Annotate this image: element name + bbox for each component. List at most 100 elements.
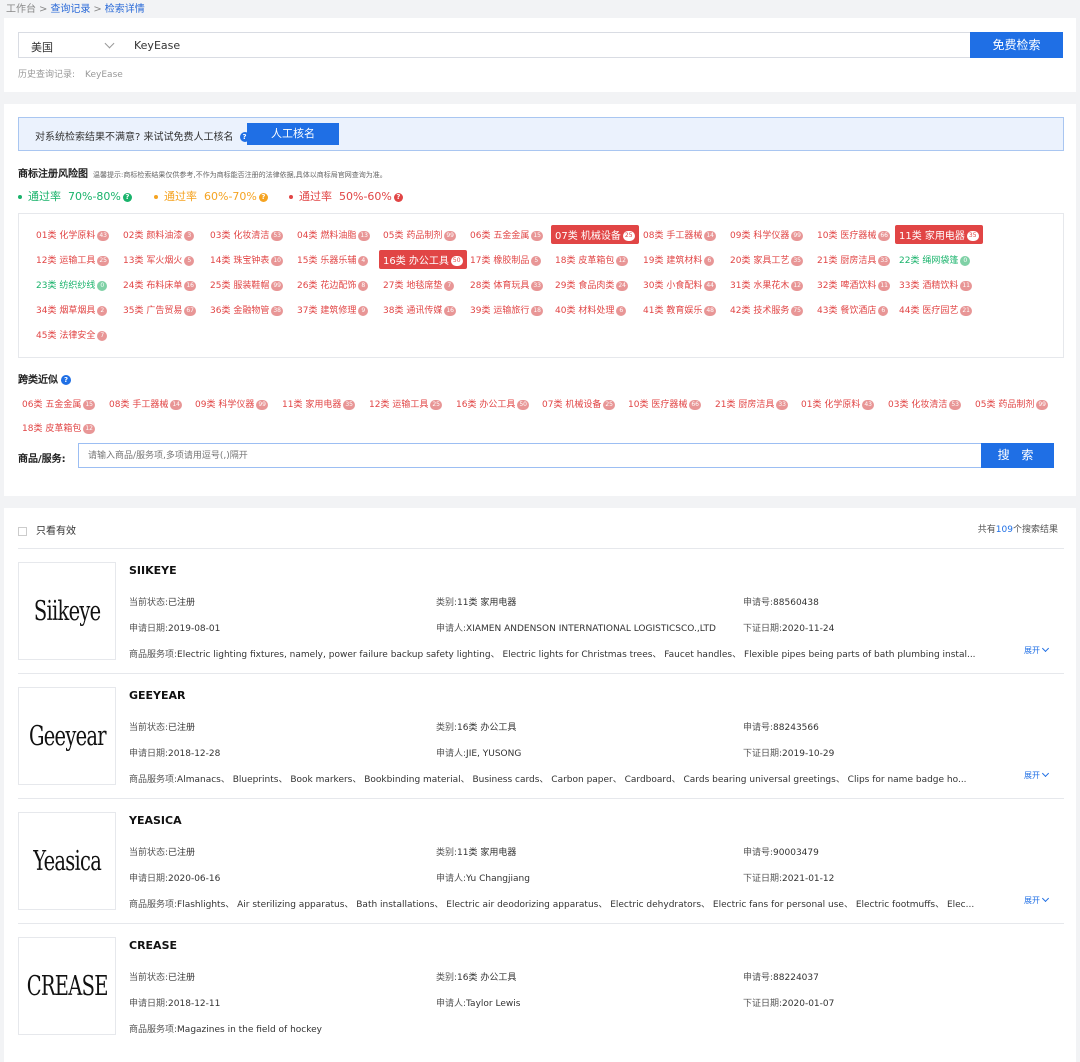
class-chip[interactable]: 16类 办公工具 50 <box>379 250 467 269</box>
cross-class-chip[interactable]: 10类 医疗器械 66 <box>628 397 701 410</box>
class-chip[interactable]: 43类 餐饮酒店 6 <box>817 303 889 316</box>
class-count-badge: 99 <box>256 399 268 410</box>
class-chip[interactable]: 27类 地毯席垫 7 <box>383 278 455 291</box>
class-chip[interactable]: 26类 花边配饰 8 <box>297 278 369 291</box>
class-chip[interactable]: 38类 通讯传媒 16 <box>383 303 456 316</box>
field-value: Magazines in the field of hockey <box>177 1025 322 1035</box>
cross-class-chip[interactable]: 06类 五金金属 15 <box>22 397 95 410</box>
field-value: JIE, YUSONG <box>466 749 522 759</box>
goods-search-button[interactable]: 搜 索 <box>981 443 1054 468</box>
trademark-name[interactable]: CREASE <box>129 939 177 952</box>
class-chip[interactable]: 45类 法律安全 7 <box>36 328 108 341</box>
cross-class-chip[interactable]: 08类 手工器械 14 <box>109 397 182 410</box>
class-chip[interactable]: 22类 绳网袋篷 0 <box>899 253 971 266</box>
class-chip[interactable]: 05类 药品制剂 99 <box>383 228 456 241</box>
help-icon[interactable]: ? <box>393 192 403 202</box>
cross-class-chip[interactable]: 03类 化妆清洁 53 <box>888 397 961 410</box>
class-chip[interactable]: 44类 医疗园艺 21 <box>899 303 972 316</box>
cross-class-chip[interactable]: 07类 机械设备 25 <box>542 397 615 410</box>
goods-search-input[interactable] <box>78 443 982 468</box>
class-chip[interactable]: 33类 酒精饮料 11 <box>899 278 972 291</box>
class-chip[interactable]: 08类 手工器械 14 <box>643 228 716 241</box>
applicant-field: 申请人:Taylor Lewis <box>436 996 520 1009</box>
class-chip[interactable]: 17类 橡胶制品 5 <box>470 253 542 266</box>
trademark-name[interactable]: GEEYEAR <box>129 689 186 702</box>
valid-only-filter[interactable]: 只看有效 <box>18 522 76 537</box>
class-chip[interactable]: 21类 厨房洁具 33 <box>817 253 890 266</box>
class-chip[interactable]: 32类 啤酒饮料 11 <box>817 278 890 291</box>
help-icon[interactable]: ? <box>122 192 132 202</box>
class-chip[interactable]: 01类 化学原料 43 <box>36 228 109 241</box>
cross-class-chip[interactable]: 09类 科学仪器 99 <box>195 397 268 410</box>
class-chip[interactable]: 30类 小食配料 44 <box>643 278 716 291</box>
class-chip[interactable]: 03类 化妆清洁 53 <box>210 228 283 241</box>
trademark-name[interactable]: YEASICA <box>129 814 182 827</box>
manual-review-button[interactable]: 人工核名 <box>247 123 339 145</box>
class-chip[interactable]: 31类 水果花木 12 <box>730 278 803 291</box>
field-label: 商品服务项: <box>129 1025 178 1035</box>
class-chip[interactable]: 20类 家具工艺 35 <box>730 253 803 266</box>
trademark-name[interactable]: SIIKEYE <box>129 564 177 577</box>
field-value: 2018-12-11 <box>168 999 221 1009</box>
class-chip[interactable]: 09类 科学仪器 99 <box>730 228 803 241</box>
class-chip[interactable]: 39类 运输旅行 18 <box>470 303 543 316</box>
class-chip[interactable]: 19类 建筑材料 6 <box>643 253 715 266</box>
result-row[interactable]: CREASE CREASE 当前状态:已注册 类别:16类 办公工具 申请号:88224… <box>18 923 1064 1048</box>
result-row[interactable]: Yeasica YEASICA 当前状态:已注册 类别:11类 家用电器 申请号:900… <box>18 798 1064 923</box>
result-row[interactable]: Siikeye SIIKEYE 当前状态:已注册 类别:11类 家用电器 申请号:885… <box>18 548 1064 673</box>
help-icon[interactable]: ? <box>258 192 268 202</box>
cross-class-chip[interactable]: 11类 家用电器 35 <box>282 397 355 410</box>
class-chip[interactable]: 11类 家用电器 35 <box>895 225 983 244</box>
cross-class-chip[interactable]: 18类 皮革箱包 12 <box>22 421 95 434</box>
class-chip[interactable]: 06类 五金金属 15 <box>470 228 543 241</box>
class-chip[interactable]: 40类 材料处理 6 <box>555 303 627 316</box>
breadcrumb-records[interactable]: 查询记录 <box>50 4 90 15</box>
class-chip[interactable]: 14类 珠宝钟表 10 <box>210 253 283 266</box>
country-select[interactable]: 美国 <box>18 32 126 58</box>
class-label: 14类 珠宝钟表 <box>210 256 270 266</box>
class-chip[interactable]: 41类 教育娱乐 48 <box>643 303 716 316</box>
class-count-badge: 99 <box>271 280 283 291</box>
class-chip[interactable]: 28类 体育玩具 33 <box>470 278 543 291</box>
expand-button[interactable]: 展开 <box>1024 769 1050 781</box>
class-chip[interactable]: 25类 服装鞋帽 99 <box>210 278 283 291</box>
class-chip[interactable]: 04类 燃料油脂 13 <box>297 228 370 241</box>
class-chip[interactable]: 18类 皮革箱包 12 <box>555 253 628 266</box>
breadcrumb-home[interactable]: 工作台 <box>6 4 36 15</box>
class-chip[interactable]: 02类 颜料油漆 3 <box>123 228 195 241</box>
count-prefix: 共有 <box>977 525 996 535</box>
class-chip[interactable]: 13类 军火烟火 5 <box>123 253 195 266</box>
expand-button[interactable]: 展开 <box>1024 894 1050 906</box>
cross-class-chip[interactable]: 21类 厨房洁具 33 <box>715 397 788 410</box>
trademark-logo-text: CREASE <box>26 970 109 1002</box>
red-dot-icon <box>289 195 293 199</box>
checkbox[interactable] <box>18 526 27 536</box>
class-chip[interactable]: 42类 技术服务 75 <box>730 303 803 316</box>
review-prompt: 对系统检索结果不满意? 来试试免费人工核名? <box>35 128 250 143</box>
class-chip[interactable]: 35类 广告贸易 67 <box>123 303 196 316</box>
class-chip[interactable]: 23类 纺织纱线 0 <box>36 278 108 291</box>
class-chip[interactable]: 12类 运输工具 25 <box>36 253 109 266</box>
help-icon[interactable]: ? <box>61 375 71 385</box>
apply-date-field: 申请日期:2018-12-11 <box>129 996 220 1009</box>
cross-class-chip[interactable]: 05类 药品制剂 99 <box>975 397 1048 410</box>
keyword-input[interactable] <box>125 32 971 58</box>
chevron-down-icon <box>1041 769 1050 778</box>
class-chip[interactable]: 24类 布料床单 16 <box>123 278 196 291</box>
class-chip[interactable]: 29类 食品肉类 24 <box>555 278 628 291</box>
class-chip[interactable]: 07类 机械设备 25 <box>551 225 639 244</box>
cross-class-chip[interactable]: 01类 化学原料 43 <box>801 397 874 410</box>
expand-button[interactable]: 展开 <box>1024 644 1050 656</box>
class-count-badge: 50 <box>450 256 463 266</box>
result-row[interactable]: Geeyear GEEYEAR 当前状态:已注册 类别:16类 办公工具 申请号:882… <box>18 673 1064 798</box>
class-chip[interactable]: 37类 建筑修理 9 <box>297 303 369 316</box>
class-chip[interactable]: 34类 烟草烟具 2 <box>36 303 108 316</box>
cross-class-chip[interactable]: 16类 办公工具 50 <box>456 397 529 410</box>
class-chip[interactable]: 15类 乐器乐辅 4 <box>297 253 369 266</box>
free-search-button[interactable]: 免费检索 <box>970 32 1063 58</box>
class-chip[interactable]: 36类 金融物管 38 <box>210 303 283 316</box>
class-chip[interactable]: 10类 医疗器械 66 <box>817 228 890 241</box>
field-value: Taylor Lewis <box>466 999 521 1009</box>
history-item[interactable]: KeyEase <box>85 70 123 80</box>
cross-class-chip[interactable]: 12类 运输工具 25 <box>369 397 442 410</box>
